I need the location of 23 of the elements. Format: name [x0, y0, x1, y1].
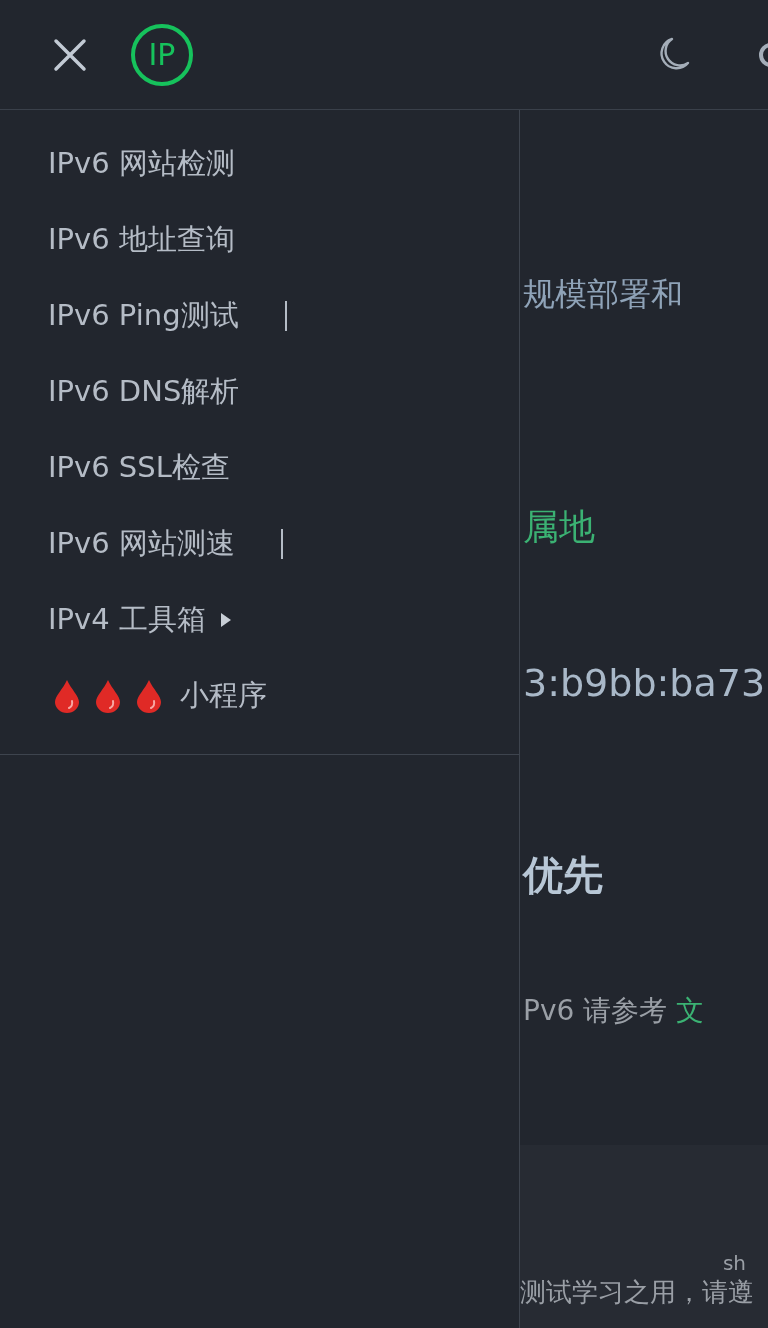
drop-icon: [94, 679, 122, 713]
menu-item[interactable]: IPv6 DNS解析: [0, 354, 240, 430]
footer-note: sh: [721, 1253, 747, 1273]
menu-item[interactable]: IPv6 地址查询: [0, 202, 235, 278]
body-text: 规模部署和: [522, 274, 683, 315]
logo[interactable]: IP: [131, 23, 193, 86]
note-text: Pv6 请参考: [523, 994, 669, 1027]
footer-text: 测试学习之用，请遵: [520, 1276, 755, 1309]
doc-link[interactable]: 文: [676, 994, 705, 1027]
ring-icon[interactable]: [758, 42, 768, 68]
menu-item[interactable]: IPv6 SSL检查: [0, 430, 230, 506]
ip-address: 3:b9bb:ba73: [522, 660, 766, 707]
moon-icon[interactable]: [658, 37, 690, 71]
menu-item[interactable]: IPv6 网站测速: [0, 506, 235, 582]
menu-item[interactable]: IPv6 网站检测: [0, 126, 235, 202]
close-icon[interactable]: [53, 37, 87, 72]
link-text[interactable]: 属地: [520, 500, 595, 554]
drop-icon: [135, 679, 163, 713]
menu-item[interactable]: 小程序: [176, 658, 267, 734]
menu-item[interactable]: IPv6 Ping测试: [0, 278, 239, 354]
menu-item[interactable]: IPv4 工具箱: [0, 582, 206, 658]
section-heading: 优先: [521, 851, 603, 900]
drop-icon: [53, 679, 81, 713]
